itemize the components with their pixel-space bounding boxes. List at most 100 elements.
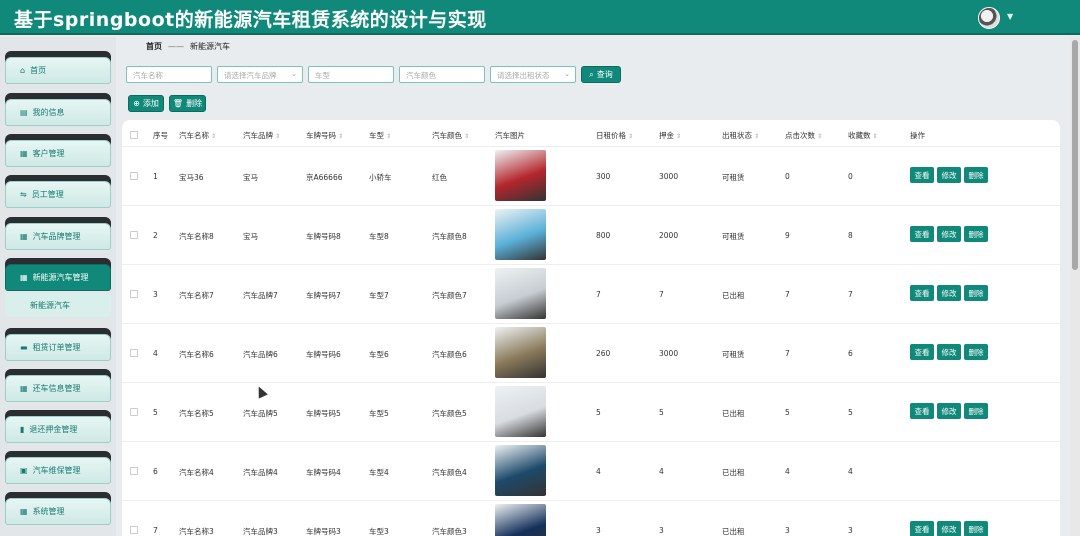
view-button[interactable]: 查看 bbox=[910, 344, 934, 360]
row-checkbox[interactable] bbox=[130, 290, 138, 298]
delete-button[interactable]: 删除 bbox=[964, 521, 988, 536]
column-header[interactable]: 点击次数 ⇕ bbox=[785, 130, 822, 141]
car-image[interactable] bbox=[495, 386, 546, 437]
edit-button[interactable]: 修改 bbox=[937, 344, 961, 360]
sidebar-item-label: 首页 bbox=[30, 66, 47, 75]
sidebar-item-9[interactable]: ▣ 汽车维保管理 bbox=[5, 451, 111, 484]
column-header-label: 出租状态 bbox=[722, 131, 752, 140]
car-image[interactable] bbox=[495, 327, 546, 378]
table-cell-price: 800 bbox=[596, 231, 611, 240]
table-cell-model: 车型6 bbox=[369, 350, 389, 359]
sidebar-item-inner: ▦ 新能源汽车管理 bbox=[5, 264, 111, 291]
color-input[interactable]: 汽车颜色 bbox=[399, 66, 485, 83]
sort-icon: ⇕ bbox=[676, 133, 682, 140]
grid-icon: ▦ bbox=[20, 384, 28, 393]
row-checkbox[interactable] bbox=[130, 231, 138, 239]
submenu-item-new-energy-car[interactable]: 新能源汽车 bbox=[5, 293, 111, 317]
column-header[interactable]: 收藏数 ⇕ bbox=[848, 130, 878, 141]
sidebar-item-8[interactable]: ▮ 退还押金管理 bbox=[5, 410, 111, 443]
top-bar: 基于springboot的新能源汽车租赁系统的设计与实现 ▼ bbox=[0, 0, 1080, 35]
sidebar-item-6[interactable]: ▬ 租赁订单管理 bbox=[5, 328, 111, 361]
user-avatar[interactable] bbox=[978, 7, 1000, 29]
car-image[interactable] bbox=[495, 150, 546, 201]
view-button[interactable]: 查看 bbox=[910, 521, 934, 536]
column-header-label: 车型 bbox=[369, 131, 384, 140]
table-cell-clicks: 4 bbox=[785, 467, 790, 476]
row-checkbox[interactable] bbox=[130, 349, 138, 357]
batch-delete-button[interactable]: 🗑 删除 bbox=[169, 95, 206, 112]
sidebar-item-10[interactable]: ▦ 系统管理 bbox=[5, 492, 111, 525]
sidebar-item-0[interactable]: ⌂ 首页 bbox=[5, 51, 111, 84]
table-cell-deposit: 3 bbox=[659, 526, 664, 535]
table-cell-plate: 车牌号码5 bbox=[306, 409, 341, 418]
column-header[interactable]: 汽车颜色 ⇕ bbox=[432, 130, 469, 141]
car-image[interactable] bbox=[495, 268, 546, 319]
sidebar-item-5[interactable]: ▦ 新能源汽车管理 bbox=[5, 258, 111, 291]
column-header[interactable]: 汽车名称 ⇕ bbox=[179, 130, 216, 141]
bar-chart-icon: ▮ bbox=[20, 425, 25, 434]
column-header[interactable]: 车牌号码 ⇕ bbox=[306, 130, 343, 141]
table-cell-status: 已出租 bbox=[722, 291, 745, 300]
row-checkbox[interactable] bbox=[130, 526, 138, 534]
clipboard-icon: ▣ bbox=[20, 466, 28, 475]
view-button[interactable]: 查看 bbox=[910, 285, 934, 301]
view-button[interactable]: 查看 bbox=[910, 403, 934, 419]
chevron-down-icon[interactable]: ▼ bbox=[1007, 12, 1013, 21]
row-checkbox[interactable] bbox=[130, 172, 138, 180]
edit-button[interactable]: 修改 bbox=[937, 403, 961, 419]
column-header[interactable]: 汽车品牌 ⇕ bbox=[243, 130, 280, 141]
scrollbar[interactable] bbox=[1070, 37, 1080, 536]
batch-delete-button-label: 删除 bbox=[186, 99, 203, 108]
table-cell-color: 汽车颜色7 bbox=[432, 291, 467, 300]
brand-select[interactable]: 请选择汽车品牌 ⌄ bbox=[217, 66, 303, 83]
car-image[interactable] bbox=[495, 504, 546, 536]
sort-icon: ⇕ bbox=[872, 133, 878, 140]
sort-icon: ⇕ bbox=[817, 133, 823, 140]
delete-button[interactable]: 删除 bbox=[964, 344, 988, 360]
model-input[interactable]: 车型 bbox=[308, 66, 394, 83]
table-cell-no: 7 bbox=[153, 526, 158, 535]
column-header[interactable]: 日租价格 ⇕ bbox=[596, 130, 633, 141]
table-cell-plate: 车牌号码4 bbox=[306, 468, 341, 477]
status-select[interactable]: 请选择出租状态 ⌄ bbox=[490, 66, 576, 83]
sidebar-item-2[interactable]: ▦ 客户管理 bbox=[5, 134, 111, 167]
add-button[interactable]: ⊕ 添加 bbox=[128, 95, 164, 112]
row-checkbox[interactable] bbox=[130, 467, 138, 475]
select-all-checkbox[interactable] bbox=[130, 131, 138, 139]
sidebar-item-4[interactable]: ▦ 汽车品牌管理 bbox=[5, 217, 111, 250]
edit-button[interactable]: 修改 bbox=[937, 226, 961, 242]
sidebar-item-inner: ▬ 租赁订单管理 bbox=[5, 334, 111, 361]
view-button[interactable]: 查看 bbox=[910, 167, 934, 183]
breadcrumb: 首页 —— 新能源汽车 bbox=[146, 41, 230, 52]
delete-button[interactable]: 删除 bbox=[964, 403, 988, 419]
delete-button[interactable]: 删除 bbox=[964, 167, 988, 183]
column-header-label: 车牌号码 bbox=[306, 131, 336, 140]
sidebar-item-label: 员工管理 bbox=[31, 190, 64, 199]
car-image[interactable] bbox=[495, 209, 546, 260]
column-header[interactable]: 车型 ⇕ bbox=[369, 130, 391, 141]
car-name-input[interactable]: 汽车名称 bbox=[126, 66, 212, 83]
row-checkbox[interactable] bbox=[130, 408, 138, 416]
view-button[interactable]: 查看 bbox=[910, 226, 934, 242]
table-cell-status: 已出租 bbox=[722, 409, 745, 418]
breadcrumb-home[interactable]: 首页 bbox=[146, 41, 162, 52]
sidebar-item-3[interactable]: ⇋ 员工管理 bbox=[5, 175, 111, 208]
column-header[interactable]: 出租状态 ⇕ bbox=[722, 130, 759, 141]
column-header[interactable]: 押金 ⇕ bbox=[659, 130, 681, 141]
plus-circle-icon: ⊕ bbox=[133, 99, 140, 108]
sidebar-item-7[interactable]: ▦ 还车信息管理 bbox=[5, 369, 111, 402]
table-row: 2 汽车名称8 宝马 车牌号码8 车型8 汽车颜色8 800 2000 可租赁 9 8 查看 修改 删除 bbox=[122, 206, 1060, 265]
sidebar-item-1[interactable]: ▤ 我的信息 bbox=[5, 93, 111, 126]
table-row: 7 汽车名称3 汽车品牌3 车牌号码3 车型3 汽车颜色3 3 3 已出租 3 3 查看 修改 删除 bbox=[122, 501, 1060, 536]
edit-button[interactable]: 修改 bbox=[937, 167, 961, 183]
edit-button[interactable]: 修改 bbox=[937, 285, 961, 301]
table-cell-favs: 4 bbox=[848, 467, 853, 476]
delete-button[interactable]: 删除 bbox=[964, 285, 988, 301]
query-button[interactable]: ⌕ 查询 bbox=[581, 66, 621, 83]
scrollbar-thumb[interactable] bbox=[1072, 40, 1078, 270]
edit-button[interactable]: 修改 bbox=[937, 521, 961, 536]
delete-button[interactable]: 删除 bbox=[964, 226, 988, 242]
car-image[interactable] bbox=[495, 445, 546, 496]
grid-icon: ▦ bbox=[20, 149, 28, 158]
table-cell-color: 汽车颜色6 bbox=[432, 350, 467, 359]
